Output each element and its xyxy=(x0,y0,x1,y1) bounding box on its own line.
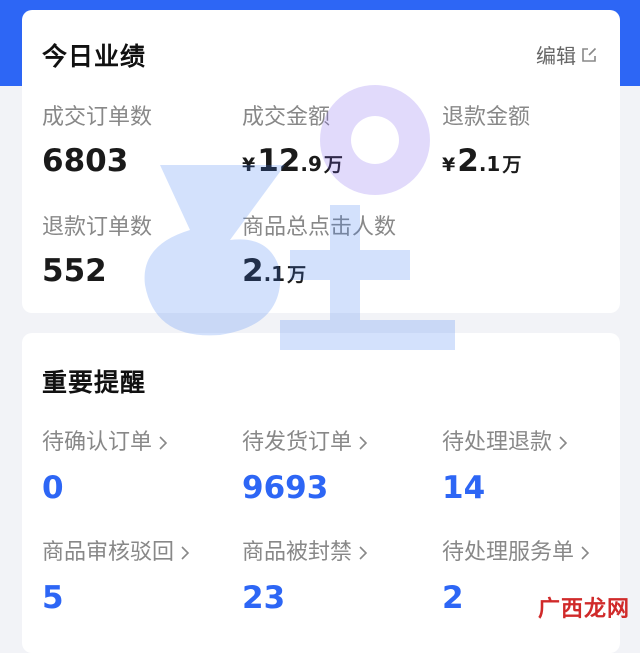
reminder-label: 待处理退款 xyxy=(442,428,632,458)
edit-button[interactable]: 编辑 xyxy=(536,40,598,69)
chevron-right-icon xyxy=(181,546,190,560)
metric-refund-orders: 退款订单数 552 xyxy=(42,213,232,289)
chevron-right-icon xyxy=(559,436,568,450)
metric-label: 退款金额 xyxy=(442,105,531,130)
reminder-label: 待处理服务单 xyxy=(442,538,632,568)
metric-value: 2.1 万 xyxy=(242,253,307,289)
site-watermark: 广西龙网 xyxy=(537,597,630,622)
metric-value: 552 xyxy=(42,253,107,289)
currency-symbol: ¥ xyxy=(242,154,256,176)
reminders-card: 重要提醒 待确认订单 0 待发货订单 9693 待处理退款 14 商品审核驳回 … xyxy=(22,333,620,653)
chevron-right-icon xyxy=(159,436,168,450)
reminder-pending-confirm[interactable]: 待确认订单 0 xyxy=(42,428,232,506)
chevron-right-icon xyxy=(581,546,590,560)
currency-symbol: ¥ xyxy=(442,154,456,176)
reminder-value: 14 xyxy=(442,470,486,506)
reminder-product-banned[interactable]: 商品被封禁 23 xyxy=(242,538,432,616)
metric-label: 成交订单数 xyxy=(42,105,153,130)
metric-value: ¥2.1 万 xyxy=(442,143,522,179)
performance-title: 今日业绩 xyxy=(42,42,147,71)
reminder-review-rejected[interactable]: 商品审核驳回 5 xyxy=(42,538,232,616)
reminder-label: 待确认订单 xyxy=(42,428,232,458)
reminder-value: 0 xyxy=(42,470,64,506)
reminder-value: 9693 xyxy=(242,470,329,506)
metric-value: 6803 xyxy=(42,143,129,179)
chevron-right-icon xyxy=(359,546,368,560)
reminders-title: 重要提醒 xyxy=(42,368,147,397)
reminder-label: 商品被封禁 xyxy=(242,538,432,568)
metric-deal-orders: 成交订单数 6803 xyxy=(42,103,232,179)
edit-icon xyxy=(582,47,597,62)
reminder-label: 待发货订单 xyxy=(242,428,432,458)
metric-product-clicks: 商品总点击人数 2.1 万 xyxy=(242,213,432,293)
reminder-pending-refund[interactable]: 待处理退款 14 xyxy=(442,428,632,506)
performance-card: 今日业绩 编辑 成交订单数 6803 成交金额 ¥12.9 万 退款金额 ¥2.1… xyxy=(22,10,620,313)
chevron-right-icon xyxy=(359,436,368,450)
reminder-label: 商品审核驳回 xyxy=(42,538,232,568)
metric-refund-amount: 退款金额 ¥2.1 万 xyxy=(442,103,632,183)
metric-label: 成交金额 xyxy=(242,105,331,130)
reminder-pending-ship[interactable]: 待发货订单 9693 xyxy=(242,428,432,506)
reminder-value: 5 xyxy=(42,580,64,616)
metric-label: 商品总点击人数 xyxy=(242,215,397,240)
metric-value: ¥12.9 万 xyxy=(242,143,343,179)
metric-deal-amount: 成交金额 ¥12.9 万 xyxy=(242,103,432,183)
metric-label: 退款订单数 xyxy=(42,215,153,240)
edit-label: 编辑 xyxy=(536,44,576,68)
reminder-value: 23 xyxy=(242,580,286,616)
